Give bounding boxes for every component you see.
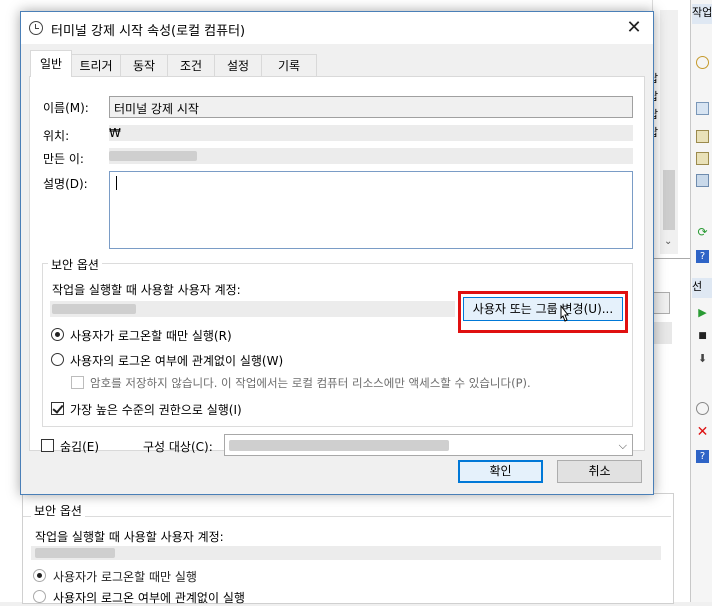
disable-icon[interactable]: ⬇ [696,352,709,365]
author-label: 만든 이: [43,152,84,166]
no-store-password-checkbox[interactable] [71,376,84,389]
no-store-password-label: 암호를 저장하지 않습니다. 이 작업에서는 로컬 컴퓨터 리소스에만 액세스할… [90,376,531,390]
run-icon[interactable]: ▶ [696,306,709,319]
properties-icon[interactable] [696,102,709,115]
bg-group-title: 보안 옵션 [31,502,85,519]
configure-for-select[interactable]: ⌵ [224,434,633,456]
close-button[interactable]: ✕ [617,14,651,42]
properties-clock-icon[interactable] [696,402,709,415]
actions-panel [690,0,712,602]
tab-actions[interactable]: 동작 [120,54,168,76]
import-icon[interactable] [696,130,709,143]
bg-account-field [31,546,661,560]
bg-run-account-label: 작업을 실행할 때 사용할 사용자 계정: [35,530,224,544]
scroll-down-icon[interactable]: ⌄ [664,236,672,247]
bg-button-fragment[interactable] [652,292,670,314]
help-icon[interactable]: ? [696,450,709,463]
folder-icon[interactable] [696,152,709,165]
bg-radio-whether-label: 사용자의 로그온 여부에 관계없이 실행 [53,591,245,605]
description-label: 설명(D): [43,177,88,191]
hidden-label: 숨김(E) [60,440,100,454]
clock-icon[interactable] [696,56,709,69]
security-options-title: 보안 옵션 [48,256,102,273]
cancel-button[interactable]: 취소 [557,460,642,483]
display-icon[interactable] [696,174,709,187]
bg-radio-logged-on-label: 사용자가 로그온할 때만 실행 [53,570,197,584]
bg-splitter[interactable] [652,258,690,259]
radio-logged-on-only[interactable] [51,328,64,341]
bg-account-value-blurred [35,548,115,558]
bg-tab-fragment [652,322,672,344]
ok-button[interactable]: 확인 [458,460,543,483]
delete-icon[interactable]: ✕ [696,425,709,439]
bg-scrollbar[interactable]: ⌄ [660,10,678,254]
configure-for-value-blurred [229,440,449,451]
bg-group-border [23,516,671,517]
actions-header: 작업 [692,4,712,24]
configure-for-label: 구성 대상(C): [143,440,213,454]
location-field: ₩ [109,125,633,141]
dialog-titlebar[interactable]: 터미널 강제 시작 속성(로컬 컴퓨터) ✕ [21,12,653,44]
author-field [109,148,633,164]
name-label: 이름(M): [43,101,89,115]
run-account-value-blurred [52,304,136,314]
change-user-button[interactable]: 사용자 또는 그룹 변경(U)... [463,297,623,321]
dialog-title: 터미널 강제 시작 속성(로컬 컴퓨터) [51,24,246,39]
refresh-icon[interactable]: ⟳ [696,226,709,239]
radio-logged-on-only-label: 사용자가 로그온할 때만 실행(R) [70,329,232,343]
tab-general[interactable]: 일반 [30,50,72,77]
bg-radio-whether[interactable] [33,590,46,603]
highest-privileges-checkbox[interactable] [51,402,64,415]
author-value-blurred [109,151,197,161]
chevron-down-icon: ⌵ [618,439,627,452]
selected-item-header: 선 [692,278,712,298]
name-value: 터미널 강제 시작 [114,102,199,116]
bg-scrollbar-thumb[interactable] [663,170,675,230]
bg-radio-logged-on[interactable] [33,569,46,582]
clock-icon [29,21,43,35]
close-icon: ✕ [626,17,642,38]
help-icon[interactable]: ? [696,250,709,263]
tab-settings[interactable]: 설정 [214,54,262,76]
mouse-cursor-icon [560,305,570,322]
radio-whether-logged-on[interactable] [51,353,64,366]
run-account-label: 작업을 실행할 때 사용할 사용자 계정: [52,283,241,297]
bg-general-panel: 보안 옵션 작업을 실행할 때 사용할 사용자 계정: 사용자가 로그온할 때만… [22,493,674,605]
tab-conditions[interactable]: 조건 [167,54,215,76]
radio-whether-logged-on-label: 사용자의 로그온 여부에 관계없이 실행(W) [70,354,284,368]
run-account-field [50,301,455,317]
hidden-checkbox[interactable] [41,439,54,452]
stop-icon[interactable]: ■ [696,330,709,343]
location-label: 위치: [43,129,70,143]
tab-history[interactable]: 기록 [261,54,317,76]
text-caret [116,176,117,190]
general-tab-panel: 이름(M): 터미널 강제 시작 위치: ₩ 만든 이: 설명(D): 보안 옵… [29,76,645,456]
highest-privileges-label: 가장 높은 수준의 권한으로 실행(I) [70,403,242,417]
location-value: ₩ [109,126,121,140]
task-properties-dialog: 터미널 강제 시작 속성(로컬 컴퓨터) ✕ 일반 트리거 동작 조건 설정 기… [20,11,654,495]
tab-triggers[interactable]: 트리거 [71,54,121,76]
description-textarea[interactable] [109,171,633,249]
name-field[interactable]: 터미널 강제 시작 [109,96,633,118]
